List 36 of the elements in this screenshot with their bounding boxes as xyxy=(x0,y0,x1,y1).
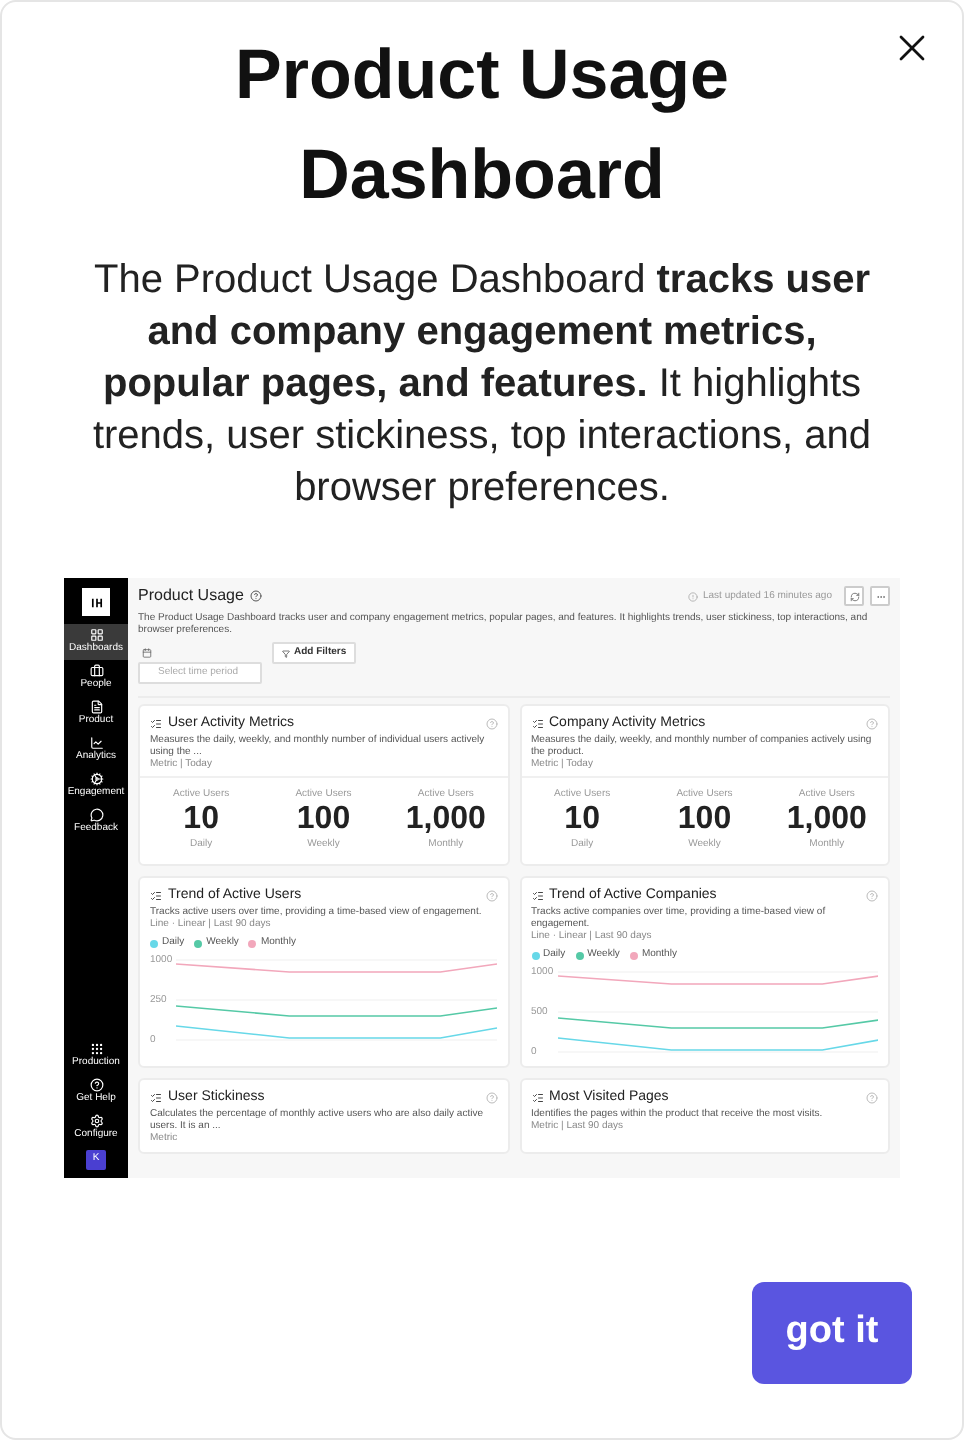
grid-icon xyxy=(89,628,103,642)
help-icon[interactable] xyxy=(485,1091,497,1103)
help-icon xyxy=(89,1078,103,1092)
metric-value: 1,000 xyxy=(786,800,867,838)
metric-value: 10 xyxy=(183,800,219,838)
metric-value: 1,000 xyxy=(405,800,486,838)
list-icon xyxy=(150,717,162,729)
help-icon[interactable] xyxy=(485,717,497,729)
list-icon xyxy=(150,889,162,901)
settings-icon xyxy=(89,1114,103,1128)
metric-value: 100 xyxy=(677,800,732,838)
info-icon xyxy=(687,591,697,601)
metric-value: 100 xyxy=(296,800,351,838)
help-icon[interactable] xyxy=(249,590,262,602)
dialog-description: The Product Usage Dashboard tracks user and company engagement metrics, popular pages, and features. It highlights trends, user stickiness, top interactions, and browser preferences. xyxy=(90,256,874,514)
help-icon[interactable] xyxy=(866,889,878,901)
document-icon xyxy=(89,700,103,714)
more-button[interactable] xyxy=(870,586,890,606)
refresh-button[interactable] xyxy=(844,586,864,606)
briefcase-icon xyxy=(89,664,103,678)
filter-icon xyxy=(282,649,290,657)
chat-icon xyxy=(89,808,103,822)
logo-icon xyxy=(82,588,110,616)
calendar-icon xyxy=(142,648,152,658)
apps-icon xyxy=(89,1042,103,1056)
refresh-icon xyxy=(849,591,859,601)
list-icon xyxy=(150,1091,162,1103)
help-icon[interactable] xyxy=(866,1091,878,1103)
got-it-button[interactable]: got it xyxy=(752,1282,912,1384)
metric-value: 10 xyxy=(564,800,600,838)
help-icon[interactable] xyxy=(866,717,878,729)
chart-icon xyxy=(89,736,103,750)
dialog-title: Product Usage Dashboard xyxy=(233,34,731,218)
gear-icon xyxy=(89,772,103,786)
help-icon[interactable] xyxy=(485,889,497,901)
page-title: Product Usage xyxy=(138,586,244,606)
